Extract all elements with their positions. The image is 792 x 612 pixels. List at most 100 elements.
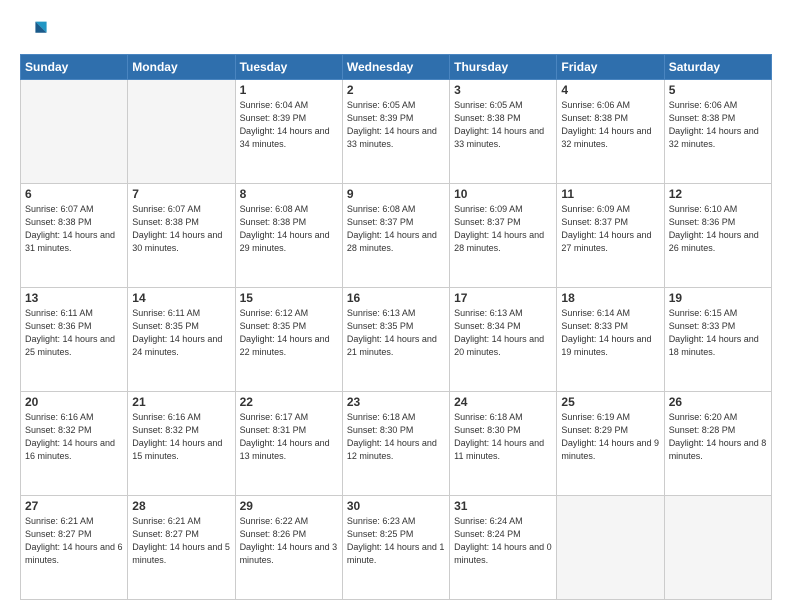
weekday-header-tuesday: Tuesday	[235, 55, 342, 80]
day-number: 27	[25, 499, 123, 513]
cell-details: Sunrise: 6:24 AM Sunset: 8:24 PM Dayligh…	[454, 515, 552, 567]
day-number: 5	[669, 83, 767, 97]
calendar-cell: 10 Sunrise: 6:09 AM Sunset: 8:37 PM Dayli…	[450, 184, 557, 288]
calendar-cell: 11 Sunrise: 6:09 AM Sunset: 8:37 PM Dayli…	[557, 184, 664, 288]
calendar-cell: 30 Sunrise: 6:23 AM Sunset: 8:25 PM Dayli…	[342, 496, 449, 600]
calendar-cell: 2 Sunrise: 6:05 AM Sunset: 8:39 PM Daylig…	[342, 80, 449, 184]
calendar-cell: 17 Sunrise: 6:13 AM Sunset: 8:34 PM Dayli…	[450, 288, 557, 392]
cell-details: Sunrise: 6:08 AM Sunset: 8:37 PM Dayligh…	[347, 203, 445, 255]
cell-details: Sunrise: 6:11 AM Sunset: 8:35 PM Dayligh…	[132, 307, 230, 359]
cell-details: Sunrise: 6:22 AM Sunset: 8:26 PM Dayligh…	[240, 515, 338, 567]
calendar-cell: 24Sunrise: 6:18 AM Sunset: 8:30 PM Dayli…	[450, 392, 557, 496]
day-number: 18	[561, 291, 659, 305]
cell-details: Sunrise: 6:21 AM Sunset: 8:27 PM Dayligh…	[132, 515, 230, 567]
cell-details: Sunrise: 6:23 AM Sunset: 8:25 PM Dayligh…	[347, 515, 445, 567]
day-number: 4	[561, 83, 659, 97]
calendar-week-2: 6 Sunrise: 6:07 AM Sunset: 8:38 PM Daylig…	[21, 184, 772, 288]
day-number: 2	[347, 83, 445, 97]
cell-details: Sunrise: 6:07 AM Sunset: 8:38 PM Dayligh…	[25, 203, 123, 255]
calendar-cell: 5 Sunrise: 6:06 AM Sunset: 8:38 PM Daylig…	[664, 80, 771, 184]
cell-details: Sunrise: 6:19 AM Sunset: 8:29 PM Dayligh…	[561, 411, 659, 463]
calendar-cell: 29 Sunrise: 6:22 AM Sunset: 8:26 PM Dayli…	[235, 496, 342, 600]
calendar-cell: 6 Sunrise: 6:07 AM Sunset: 8:38 PM Daylig…	[21, 184, 128, 288]
day-number: 26	[669, 395, 767, 409]
cell-details: Sunrise: 6:13 AM Sunset: 8:34 PM Dayligh…	[454, 307, 552, 359]
page: SundayMondayTuesdayWednesdayThursdayFrid…	[0, 0, 792, 612]
cell-details: Sunrise: 6:14 AM Sunset: 8:33 PM Dayligh…	[561, 307, 659, 359]
day-number: 7	[132, 187, 230, 201]
cell-details: Sunrise: 6:11 AM Sunset: 8:36 PM Dayligh…	[25, 307, 123, 359]
calendar-cell: 4 Sunrise: 6:06 AM Sunset: 8:38 PM Daylig…	[557, 80, 664, 184]
calendar-cell: 22 Sunrise: 6:17 AM Sunset: 8:31 PM Dayli…	[235, 392, 342, 496]
cell-details: Sunrise: 6:21 AM Sunset: 8:27 PM Dayligh…	[25, 515, 123, 567]
calendar-cell: 26 Sunrise: 6:20 AM Sunset: 8:28 PM Dayli…	[664, 392, 771, 496]
cell-details: Sunrise: 6:06 AM Sunset: 8:38 PM Dayligh…	[561, 99, 659, 151]
day-number: 6	[25, 187, 123, 201]
calendar-cell: 23 Sunrise: 6:18 AM Sunset: 8:30 PM Dayli…	[342, 392, 449, 496]
calendar-cell: 15Sunrise: 6:12 AM Sunset: 8:35 PM Dayli…	[235, 288, 342, 392]
day-number: 12	[669, 187, 767, 201]
calendar-week-3: 13Sunrise: 6:11 AM Sunset: 8:36 PM Dayli…	[21, 288, 772, 392]
calendar-cell: 8 Sunrise: 6:08 AM Sunset: 8:38 PM Daylig…	[235, 184, 342, 288]
weekday-header-monday: Monday	[128, 55, 235, 80]
cell-details: Sunrise: 6:20 AM Sunset: 8:28 PM Dayligh…	[669, 411, 767, 463]
day-number: 25	[561, 395, 659, 409]
day-number: 31	[454, 499, 552, 513]
calendar-cell: 21Sunrise: 6:16 AM Sunset: 8:32 PM Dayli…	[128, 392, 235, 496]
weekday-header-thursday: Thursday	[450, 55, 557, 80]
logo-icon	[20, 16, 48, 44]
calendar-cell: 20Sunrise: 6:16 AM Sunset: 8:32 PM Dayli…	[21, 392, 128, 496]
calendar-cell: 9 Sunrise: 6:08 AM Sunset: 8:37 PM Daylig…	[342, 184, 449, 288]
day-number: 20	[25, 395, 123, 409]
day-number: 10	[454, 187, 552, 201]
cell-details: Sunrise: 6:18 AM Sunset: 8:30 PM Dayligh…	[454, 411, 552, 463]
cell-details: Sunrise: 6:18 AM Sunset: 8:30 PM Dayligh…	[347, 411, 445, 463]
day-number: 9	[347, 187, 445, 201]
cell-details: Sunrise: 6:05 AM Sunset: 8:39 PM Dayligh…	[347, 99, 445, 151]
weekday-header-saturday: Saturday	[664, 55, 771, 80]
day-number: 8	[240, 187, 338, 201]
day-number: 1	[240, 83, 338, 97]
day-number: 16	[347, 291, 445, 305]
calendar-table: SundayMondayTuesdayWednesdayThursdayFrid…	[20, 54, 772, 600]
weekday-header-row: SundayMondayTuesdayWednesdayThursdayFrid…	[21, 55, 772, 80]
cell-details: Sunrise: 6:17 AM Sunset: 8:31 PM Dayligh…	[240, 411, 338, 463]
cell-details: Sunrise: 6:16 AM Sunset: 8:32 PM Dayligh…	[132, 411, 230, 463]
calendar-cell	[21, 80, 128, 184]
calendar-cell: 14 Sunrise: 6:11 AM Sunset: 8:35 PM Dayli…	[128, 288, 235, 392]
calendar-week-5: 27 Sunrise: 6:21 AM Sunset: 8:27 PM Dayli…	[21, 496, 772, 600]
cell-details: Sunrise: 6:05 AM Sunset: 8:38 PM Dayligh…	[454, 99, 552, 151]
day-number: 22	[240, 395, 338, 409]
weekday-header-sunday: Sunday	[21, 55, 128, 80]
day-number: 30	[347, 499, 445, 513]
calendar-cell: 19 Sunrise: 6:15 AM Sunset: 8:33 PM Dayli…	[664, 288, 771, 392]
calendar-week-1: 1 Sunrise: 6:04 AM Sunset: 8:39 PM Daylig…	[21, 80, 772, 184]
cell-details: Sunrise: 6:06 AM Sunset: 8:38 PM Dayligh…	[669, 99, 767, 151]
calendar-cell: 7 Sunrise: 6:07 AM Sunset: 8:38 PM Daylig…	[128, 184, 235, 288]
cell-details: Sunrise: 6:08 AM Sunset: 8:38 PM Dayligh…	[240, 203, 338, 255]
weekday-header-wednesday: Wednesday	[342, 55, 449, 80]
cell-details: Sunrise: 6:09 AM Sunset: 8:37 PM Dayligh…	[454, 203, 552, 255]
calendar-cell: 18 Sunrise: 6:14 AM Sunset: 8:33 PM Dayli…	[557, 288, 664, 392]
calendar-cell: 28 Sunrise: 6:21 AM Sunset: 8:27 PM Dayli…	[128, 496, 235, 600]
cell-details: Sunrise: 6:09 AM Sunset: 8:37 PM Dayligh…	[561, 203, 659, 255]
day-number: 23	[347, 395, 445, 409]
cell-details: Sunrise: 6:13 AM Sunset: 8:35 PM Dayligh…	[347, 307, 445, 359]
day-number: 11	[561, 187, 659, 201]
header	[20, 16, 772, 44]
day-number: 17	[454, 291, 552, 305]
day-number: 19	[669, 291, 767, 305]
calendar-cell: 12Sunrise: 6:10 AM Sunset: 8:36 PM Dayli…	[664, 184, 771, 288]
calendar-cell: 13Sunrise: 6:11 AM Sunset: 8:36 PM Dayli…	[21, 288, 128, 392]
calendar-cell: 27 Sunrise: 6:21 AM Sunset: 8:27 PM Dayli…	[21, 496, 128, 600]
calendar-cell: 3Sunrise: 6:05 AM Sunset: 8:38 PM Daylig…	[450, 80, 557, 184]
cell-details: Sunrise: 6:07 AM Sunset: 8:38 PM Dayligh…	[132, 203, 230, 255]
cell-details: Sunrise: 6:04 AM Sunset: 8:39 PM Dayligh…	[240, 99, 338, 151]
calendar-cell: 16 Sunrise: 6:13 AM Sunset: 8:35 PM Dayli…	[342, 288, 449, 392]
day-number: 28	[132, 499, 230, 513]
day-number: 29	[240, 499, 338, 513]
day-number: 14	[132, 291, 230, 305]
calendar-cell: 25 Sunrise: 6:19 AM Sunset: 8:29 PM Dayli…	[557, 392, 664, 496]
calendar-cell: 1 Sunrise: 6:04 AM Sunset: 8:39 PM Daylig…	[235, 80, 342, 184]
cell-details: Sunrise: 6:15 AM Sunset: 8:33 PM Dayligh…	[669, 307, 767, 359]
